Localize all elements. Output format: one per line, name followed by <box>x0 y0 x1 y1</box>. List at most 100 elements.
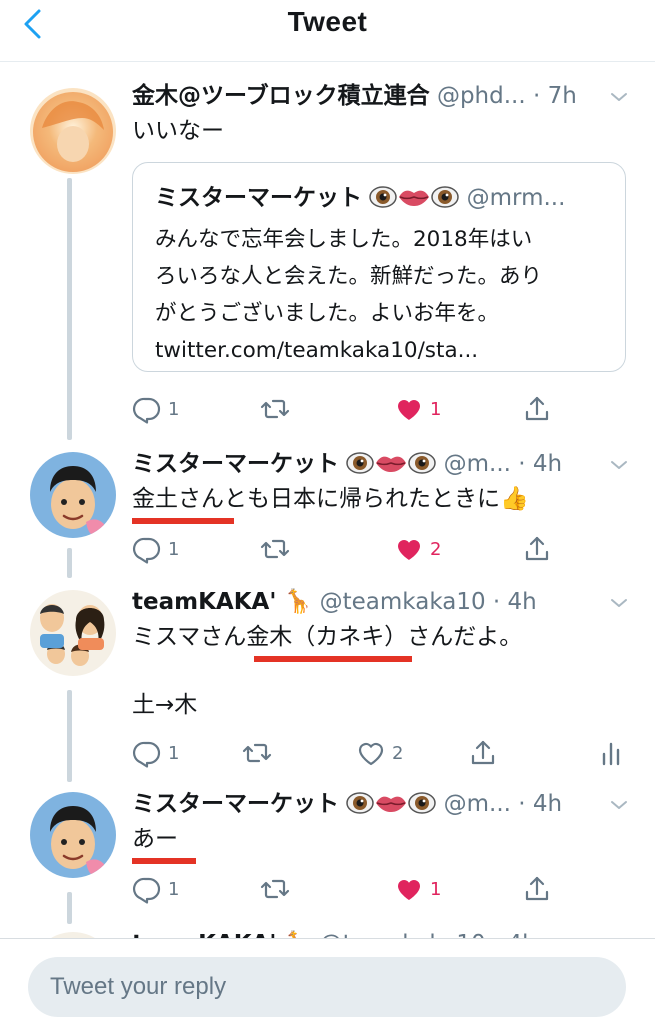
tweet-item[interactable]: teamKAKA' 🦒 @teamkaka10 · 4h ミスマさん金木（カネキ… <box>0 584 655 780</box>
quote-text: みんなで忘年会しました。2018年はい ろいろな人と会えた。新鮮だった。あり が… <box>155 221 615 369</box>
like-icon <box>394 394 424 424</box>
reply-icon <box>132 874 162 904</box>
tweet-actions: 1 2 <box>132 736 632 770</box>
like-count: 1 <box>430 398 442 420</box>
quote-header: ミスターマーケット @mrm... <box>155 181 565 219</box>
reply-icon <box>132 738 162 768</box>
tweet-header: ミスターマーケット @m... · 4h <box>132 446 632 482</box>
like-button[interactable]: 2 <box>394 532 441 566</box>
quote-line: みんなで忘年会しました。2018年はい <box>155 227 533 252</box>
tweet-text-body: 金土さんとも日本に帰られたときに <box>132 486 500 512</box>
avatar[interactable] <box>30 88 116 174</box>
share-button[interactable] <box>468 736 498 770</box>
tweet-item[interactable]: ミスターマーケット @m... · 4h 金土さんとも日本に帰られたときに👍 1… <box>0 446 655 576</box>
quote-display-name: ミスターマーケット <box>155 185 362 211</box>
like-count: 2 <box>392 742 404 764</box>
emoji-eyes-lips <box>346 450 436 482</box>
reply-input[interactable] <box>28 957 626 1017</box>
tweet-actions: 1 1 <box>132 872 632 906</box>
reply-count: 1 <box>168 878 180 900</box>
tweet-line: ミスマさん金木（カネキ）さんだよ。 <box>132 624 523 650</box>
share-icon <box>522 394 552 424</box>
like-button[interactable]: 1 <box>394 392 441 426</box>
chevron-down-icon[interactable] <box>609 458 629 472</box>
display-name[interactable]: ミスターマーケット <box>132 451 339 477</box>
header-bar: Tweet <box>0 0 655 62</box>
share-button[interactable] <box>522 872 552 906</box>
tweet-text: いいなー <box>132 118 224 144</box>
display-name[interactable]: ミスターマーケット <box>132 791 339 817</box>
handle-time: @m... · 4h <box>443 451 563 477</box>
avatar[interactable] <box>30 452 116 538</box>
tweet-header: teamKAKA' 🦒 @teamkaka10 · 4h <box>132 584 632 620</box>
tweet-text: あー <box>132 826 178 852</box>
red-annotation-underline <box>132 858 196 864</box>
eye-emoji-icon <box>369 185 397 209</box>
emoji-eyes-lips <box>346 790 436 822</box>
display-name[interactable]: 金木@ツーブロック積立連合 <box>132 83 430 109</box>
retweet-icon <box>260 874 290 904</box>
like-button[interactable]: 2 <box>356 736 403 770</box>
reply-button[interactable]: 1 <box>132 736 179 770</box>
eye-emoji-icon <box>346 791 374 815</box>
eye-emoji-icon <box>408 451 436 475</box>
like-icon <box>394 534 424 564</box>
tweet-actions: 1 2 <box>132 532 632 566</box>
reply-button[interactable]: 1 <box>132 872 179 906</box>
display-name[interactable]: teamKAKA' <box>132 589 276 615</box>
handle-time: @teamkaka10 · 4h <box>319 589 537 615</box>
retweet-icon <box>260 534 290 564</box>
quoted-tweet[interactable]: ミスターマーケット @mrm... みんなで忘年会しました。2018年はい ろい… <box>132 162 626 372</box>
tweet-header: ミスターマーケット @m... · 4h <box>132 786 632 822</box>
chevron-down-icon[interactable] <box>609 90 629 104</box>
red-annotation-underline <box>254 656 412 662</box>
reply-button[interactable]: 1 <box>132 532 179 566</box>
tweet-item[interactable]: 金木@ツーブロック積立連合 @phd... · 7h いいなー ミスターマーケッ… <box>0 78 655 438</box>
tweet-text: ミスマさん金木（カネキ）さんだよ。 土→木 <box>132 620 522 722</box>
like-count: 1 <box>430 878 442 900</box>
share-icon <box>522 874 552 904</box>
chevron-down-icon[interactable] <box>609 596 629 610</box>
analytics-button[interactable] <box>596 736 626 770</box>
retweet-button[interactable] <box>260 872 290 906</box>
quote-line: がとうございました。よいお年を。 <box>155 301 500 326</box>
like-button[interactable]: 1 <box>394 872 441 906</box>
thumbs-up-emoji: 👍 <box>500 486 529 512</box>
reply-count: 1 <box>168 398 180 420</box>
like-icon <box>394 874 424 904</box>
tweet-line: 土→木 <box>132 692 198 718</box>
handle-time: @m... · 4h <box>443 791 563 817</box>
quote-link[interactable]: twitter.com/teamkaka10/sta... <box>155 332 615 369</box>
retweet-icon <box>242 738 272 768</box>
reply-icon <box>132 394 162 424</box>
avatar[interactable] <box>30 590 116 676</box>
share-button[interactable] <box>522 532 552 566</box>
chevron-down-icon[interactable] <box>609 798 629 812</box>
tweet-item[interactable]: ミスターマーケット @m... · 4h あー 1 1 <box>0 786 655 906</box>
tweet-header: 金木@ツーブロック積立連合 @phd... · 7h <box>132 78 632 114</box>
eye-emoji-icon <box>431 185 459 209</box>
reply-button[interactable]: 1 <box>132 392 179 426</box>
retweet-button[interactable] <box>242 736 272 770</box>
emoji-eyes-lips <box>369 185 459 219</box>
handle-time: @phd... · 7h <box>436 83 577 109</box>
eye-emoji-icon <box>346 451 374 475</box>
quote-handle: @mrm... <box>466 185 566 211</box>
tweet-text: 金土さんとも日本に帰られたときに👍 <box>132 482 529 516</box>
retweet-icon <box>260 394 290 424</box>
reply-count: 1 <box>168 742 180 764</box>
quote-line: ろいろな人と会えた。新鮮だった。あり <box>155 264 543 289</box>
share-icon <box>522 534 552 564</box>
avatar[interactable] <box>30 792 116 878</box>
lips-emoji-icon <box>374 791 408 815</box>
share-button[interactable] <box>522 392 552 426</box>
retweet-button[interactable] <box>260 532 290 566</box>
reply-icon <box>132 534 162 564</box>
red-annotation-underline <box>132 518 234 524</box>
eye-emoji-icon <box>408 791 436 815</box>
reply-bar <box>0 938 655 1024</box>
share-icon <box>468 738 498 768</box>
lips-emoji-icon <box>397 185 431 209</box>
analytics-icon <box>596 738 626 768</box>
retweet-button[interactable] <box>260 392 290 426</box>
